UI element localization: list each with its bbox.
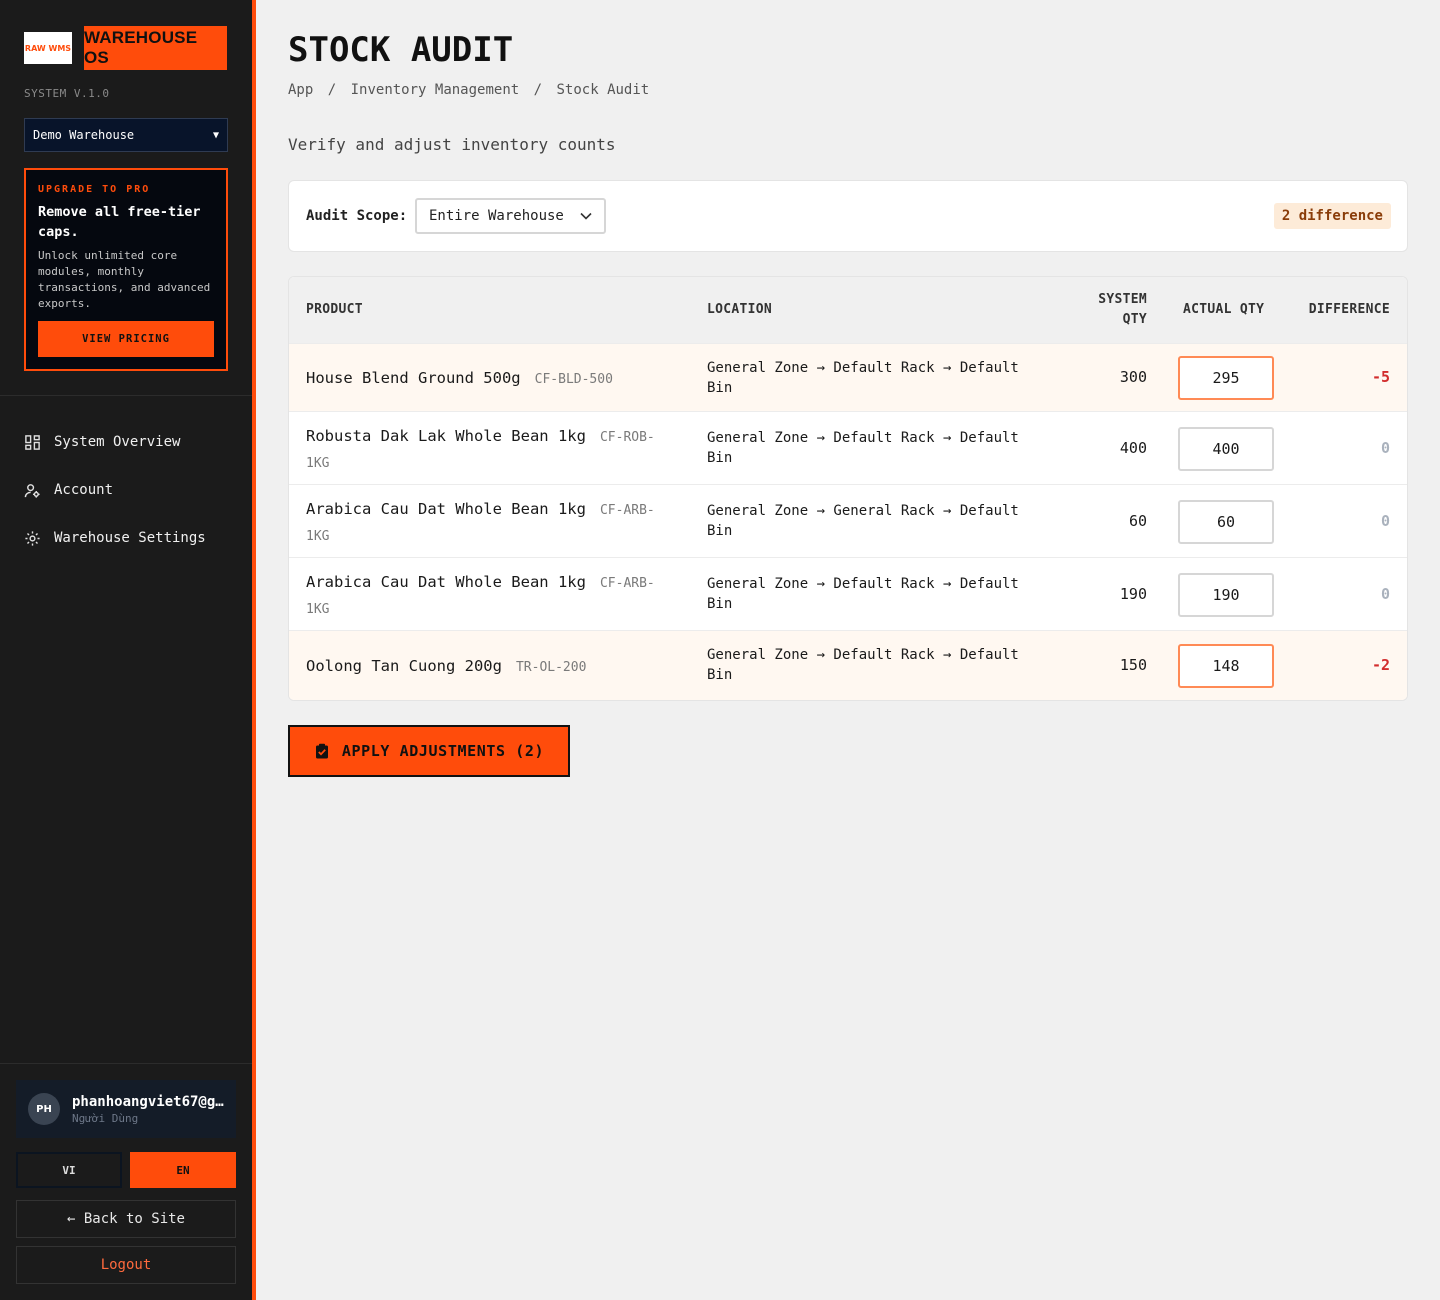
page-subtitle: Verify and adjust inventory counts <box>288 135 616 154</box>
version-label: SYSTEM V.1.0 <box>24 87 110 100</box>
chevron-down-icon <box>580 212 592 220</box>
upgrade-title: Remove all free-tier caps. <box>38 204 201 240</box>
table-header: PRODUCT LOCATION SYSTEM QTY ACTUAL QTY D… <box>289 277 1407 343</box>
difference-value: 0 <box>1380 585 1390 603</box>
breadcrumb-app[interactable]: App <box>288 82 313 98</box>
clipboard-check-icon <box>315 743 328 759</box>
location-cell: General Zone → Default Rack → Default Bi… <box>707 576 1019 612</box>
warehouse-select[interactable]: Demo Warehouse ▼ <box>24 118 228 152</box>
gear-icon <box>25 530 40 546</box>
product-cell: Arabica Cau Dat Whole Bean 1kg CF-ARB-1KG <box>306 497 676 549</box>
table-row: House Blend Ground 500g CF-BLD-500 Genera… <box>289 343 1407 411</box>
difference-count-badge: 2 difference <box>1273 203 1391 229</box>
difference-value: 0 <box>1380 439 1390 457</box>
logout-button[interactable]: Logout <box>16 1246 236 1284</box>
product-name: Arabica Cau Dat Whole Bean 1kg <box>306 573 586 591</box>
product-sku: TR-OL-200 <box>515 660 587 675</box>
lang-en-button[interactable]: EN <box>130 1152 236 1188</box>
back-to-site-button[interactable]: ← Back to Site <box>16 1200 236 1238</box>
system-qty-cell: 190 <box>1119 585 1147 603</box>
column-header-difference: DIFFERENCE <box>1308 302 1390 317</box>
product-name: House Blend Ground 500g <box>306 369 521 387</box>
logo: RAW WMS <box>24 32 72 64</box>
location-cell: General Zone → Default Rack → Default Bi… <box>707 647 1019 683</box>
system-qty-cell: 300 <box>1119 368 1147 386</box>
audit-scope-label: Audit Scope: <box>306 208 408 224</box>
sidebar: RAW WMS WAREHOUSE OS SYSTEM V.1.0 Demo W… <box>0 0 252 1300</box>
column-header-product: PRODUCT <box>306 302 363 317</box>
system-qty-cell: 60 <box>1128 512 1147 530</box>
divider <box>0 1063 252 1064</box>
divider <box>0 395 252 396</box>
brand-title: WAREHOUSE OS <box>84 26 227 70</box>
column-header-actual-qty: ACTUAL QTY <box>1183 302 1265 317</box>
column-header-system-qty-line1: SYSTEM <box>1098 292 1147 307</box>
difference-value: -5 <box>1371 368 1390 386</box>
table-row: Arabica Cau Dat Whole Bean 1kg CF-ARB-1KG… <box>289 557 1407 630</box>
column-header-location: LOCATION <box>707 302 773 317</box>
brand: RAW WMS WAREHOUSE OS <box>24 26 227 70</box>
sidebar-nav: System Overview Account Warehouse Settin… <box>24 424 206 568</box>
actual-qty-input[interactable]: 400 <box>1178 427 1274 471</box>
apply-adjustments-label: APPLY ADJUSTMENTS (2) <box>341 742 545 760</box>
breadcrumb: App / Inventory Management / Stock Audit <box>288 82 655 98</box>
product-cell: Arabica Cau Dat Whole Bean 1kg CF-ARB-1KG <box>306 570 676 622</box>
breadcrumb-stock-audit: Stock Audit <box>556 82 650 98</box>
upgrade-kicker: UPGRADE TO PRO <box>38 184 151 195</box>
user-info: phanhoangviet67@g… Người Dùng <box>72 1094 224 1125</box>
table-row: Robusta Dak Lak Whole Bean 1kg CF-ROB-1KG… <box>289 411 1407 484</box>
user-cog-icon <box>24 483 40 498</box>
sidebar-item-label: Account <box>54 482 114 498</box>
actual-qty-input[interactable]: 295 <box>1178 356 1274 400</box>
user-card[interactable]: PH phanhoangviet67@g… Người Dùng <box>16 1080 236 1138</box>
lang-vi-button[interactable]: VI <box>16 1152 122 1188</box>
column-header-system-qty: SYSTEM QTY <box>1098 290 1147 330</box>
system-qty-cell: 400 <box>1119 439 1147 457</box>
actual-qty-input[interactable]: 190 <box>1178 573 1274 617</box>
actual-qty-input[interactable]: 148 <box>1178 644 1274 688</box>
product-cell: Robusta Dak Lak Whole Bean 1kg CF-ROB-1KG <box>306 424 676 476</box>
view-pricing-button[interactable]: VIEW PRICING <box>38 321 214 357</box>
upgrade-card: UPGRADE TO PRO Remove all free-tier caps… <box>24 168 228 371</box>
sidebar-item-warehouse-settings[interactable]: Warehouse Settings <box>24 520 206 556</box>
location-cell: General Zone → General Rack → Default Bi… <box>707 503 1019 539</box>
caret-down-icon: ▼ <box>212 129 219 141</box>
table-row: Oolong Tan Cuong 200g TR-OL-200 General Z… <box>289 630 1407 700</box>
sidebar-item-label: System Overview <box>54 434 181 450</box>
location-cell: General Zone → Default Rack → Default Bi… <box>707 430 1019 466</box>
sidebar-item-label: Warehouse Settings <box>54 530 206 546</box>
audit-scope-select[interactable]: Entire Warehouse <box>415 198 606 234</box>
breadcrumb-inventory-management[interactable]: Inventory Management <box>351 82 520 98</box>
sidebar-accent-border <box>252 0 256 1300</box>
table-row: Arabica Cau Dat Whole Bean 1kg CF-ARB-1KG… <box>289 484 1407 557</box>
product-name: Robusta Dak Lak Whole Bean 1kg <box>306 427 586 445</box>
sidebar-item-account[interactable]: Account <box>24 472 206 508</box>
user-role: Người Dùng <box>72 1111 139 1125</box>
product-cell: House Blend Ground 500g CF-BLD-500 <box>306 366 676 392</box>
difference-value: 0 <box>1380 512 1390 530</box>
audit-table: PRODUCT LOCATION SYSTEM QTY ACTUAL QTY D… <box>288 276 1408 701</box>
warehouse-select-value: Demo Warehouse <box>33 128 135 142</box>
product-cell: Oolong Tan Cuong 200g TR-OL-200 <box>306 654 676 680</box>
product-sku: CF-BLD-500 <box>534 372 613 387</box>
actual-qty-input[interactable]: 60 <box>1178 500 1274 544</box>
upgrade-description: Unlock unlimited core modules, monthly t… <box>38 249 211 310</box>
apply-adjustments-button[interactable]: APPLY ADJUSTMENTS (2) <box>288 725 570 777</box>
sidebar-item-system-overview[interactable]: System Overview <box>24 424 206 460</box>
user-email: phanhoangviet67@g… <box>72 1093 224 1110</box>
product-name: Oolong Tan Cuong 200g <box>306 657 502 675</box>
audit-scope-value: Entire Warehouse <box>429 208 564 224</box>
breadcrumb-separator: / <box>327 82 337 98</box>
page-title: STOCK AUDIT <box>288 30 514 70</box>
product-name: Arabica Cau Dat Whole Bean 1kg <box>306 500 586 518</box>
avatar: PH <box>28 1093 60 1125</box>
breadcrumb-separator: / <box>533 82 543 98</box>
column-header-system-qty-line2: QTY <box>1122 312 1147 327</box>
grid-icon <box>25 434 40 450</box>
location-cell: General Zone → Default Rack → Default Bi… <box>707 360 1019 396</box>
audit-scope-card: Audit Scope: Entire Warehouse 2 differen… <box>288 180 1408 252</box>
system-qty-cell: 150 <box>1119 656 1147 674</box>
difference-value: -2 <box>1371 656 1390 674</box>
